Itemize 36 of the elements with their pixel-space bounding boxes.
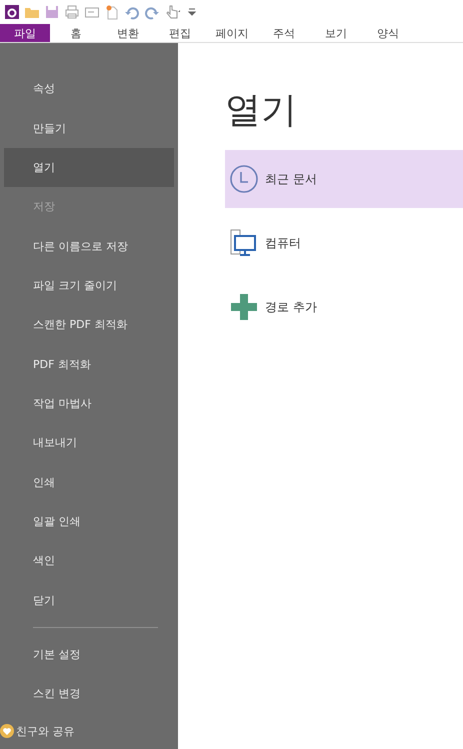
menu-item[interactable]: 닫기 bbox=[4, 580, 174, 620]
computer-icon bbox=[229, 228, 259, 258]
menu-item[interactable]: 만들기 bbox=[4, 108, 174, 148]
ribbon-tab[interactable]: 파일 bbox=[0, 24, 50, 42]
menu-item[interactable]: PDF 최적화 bbox=[4, 344, 174, 384]
ribbon-tab[interactable]: 주석 bbox=[258, 24, 310, 42]
hand-icon[interactable] bbox=[164, 4, 180, 20]
page-title: 열기 bbox=[225, 89, 298, 133]
menu-item[interactable]: 내보내기 bbox=[4, 423, 174, 462]
ribbon-tab[interactable]: 보기 bbox=[310, 24, 362, 42]
app-logo-icon[interactable] bbox=[4, 4, 20, 20]
menu-item[interactable]: 색인 bbox=[4, 541, 174, 580]
menu-item[interactable]: 스킨 변경 bbox=[4, 674, 174, 714]
clock-icon bbox=[229, 164, 259, 194]
menu-item[interactable]: 다른 이름으로 저장 bbox=[4, 226, 174, 266]
new-document-icon[interactable] bbox=[104, 4, 120, 20]
ribbon-tab[interactable]: 변환 bbox=[102, 24, 154, 42]
ribbon-tab[interactable]: 페이지 bbox=[206, 24, 258, 42]
ribbon-tab[interactable]: 양식 bbox=[362, 24, 414, 42]
printer-icon[interactable] bbox=[64, 4, 80, 20]
menu-item[interactable]: 열기 bbox=[4, 148, 174, 188]
menu-item[interactable]: 작업 마법사 bbox=[4, 384, 174, 424]
open-location-option[interactable]: 컴퓨터 bbox=[225, 214, 463, 272]
open-location-option[interactable]: 경로 추가 bbox=[225, 278, 463, 336]
menu-item[interactable]: 스캔한 PDF 최적화 bbox=[4, 305, 174, 344]
ribbon-tab[interactable]: 편집 bbox=[154, 24, 206, 42]
menu-item[interactable]: 속성 bbox=[4, 69, 174, 108]
ribbon-tab[interactable]: 홈 bbox=[50, 24, 102, 42]
menu-item[interactable]: 인쇄 bbox=[4, 462, 174, 502]
open-location-option[interactable]: 최근 문서 bbox=[225, 150, 463, 208]
menu-item[interactable]: 기본 설정 bbox=[4, 634, 174, 674]
save-icon[interactable] bbox=[44, 4, 60, 20]
menu-item[interactable]: 파일 크기 줄이기 bbox=[4, 266, 174, 306]
menu-item[interactable]: 일괄 인쇄 bbox=[4, 502, 174, 542]
share-button[interactable]: 친구와 공유 bbox=[0, 713, 174, 749]
plus-icon bbox=[229, 292, 259, 322]
